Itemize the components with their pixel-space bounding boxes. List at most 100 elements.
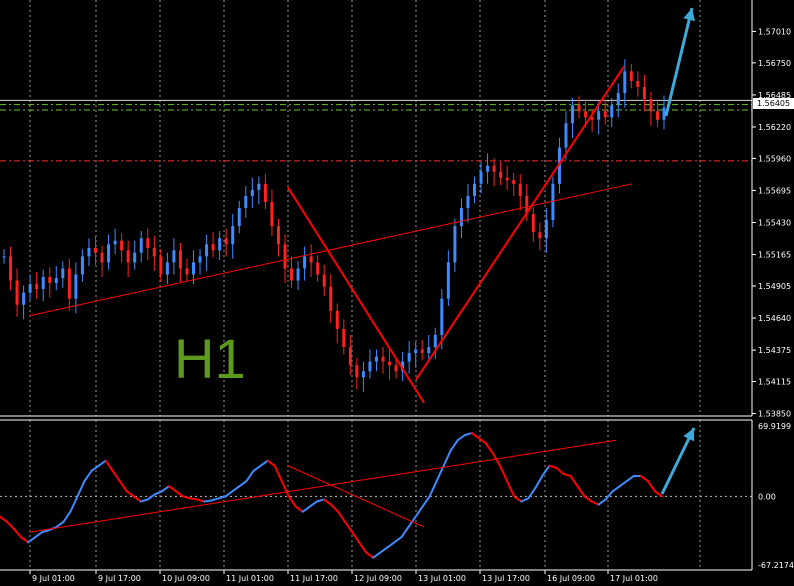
candle-body	[499, 171, 503, 178]
price-tick-label: 1.53850	[758, 410, 791, 419]
candle-body	[113, 240, 117, 245]
oscillator-segment	[189, 497, 199, 501]
candle-body	[518, 183, 522, 196]
candle-body	[472, 183, 476, 196]
candle-body	[178, 250, 182, 269]
candle-body	[407, 353, 411, 362]
candle-body	[61, 268, 65, 279]
candle-body	[446, 262, 450, 299]
candle-body	[211, 244, 215, 251]
candle-body	[93, 247, 97, 253]
candle-body	[276, 226, 280, 245]
candle-body	[22, 292, 26, 305]
candle-body	[394, 365, 398, 372]
candle-body	[185, 268, 189, 275]
oscillator-axis-labels: 69.9199 0.00 -67.2174	[758, 422, 794, 570]
candle-body	[531, 214, 535, 233]
candle-body	[427, 347, 431, 354]
candle-body	[237, 208, 241, 227]
price-tick-label: 1.55165	[758, 251, 791, 260]
candle-body	[133, 252, 137, 263]
candle-body	[159, 256, 163, 275]
candle-body	[361, 371, 365, 378]
candle-body	[440, 298, 444, 335]
candle-body	[329, 286, 333, 311]
time-tick-label: 11 Jul 01:00	[226, 574, 274, 583]
candle-body	[198, 256, 202, 263]
candle-body	[479, 171, 483, 184]
candle-body	[551, 183, 555, 221]
price-tick-label: 1.54640	[758, 314, 791, 323]
candle-body	[100, 252, 104, 263]
candle-body	[538, 232, 542, 239]
candle-body	[67, 268, 71, 299]
candle-body	[623, 71, 627, 94]
candle-body	[316, 262, 320, 275]
price-tick-label: 1.54905	[758, 282, 791, 291]
oscillator-tick-label: -67.2174	[758, 561, 794, 570]
candle-body	[342, 328, 346, 348]
candle-body	[603, 111, 607, 118]
candle-body	[303, 256, 307, 269]
candle-body	[35, 284, 39, 290]
price-tick-label: 1.56750	[758, 59, 791, 68]
candle-body	[15, 280, 19, 305]
candle-body	[459, 208, 463, 227]
time-tick-label: 11 Jul 17:00	[290, 574, 338, 583]
oscillator-tick-label: 0.00	[758, 492, 776, 501]
candle-body	[80, 256, 84, 275]
candle-body	[571, 105, 575, 124]
candle-body	[2, 256, 6, 258]
price-tick-label: 1.55695	[758, 186, 791, 195]
time-axis-labels: 9 Jul 01:00 9 Jul 17:00 10 Jul 09:00 11 Jul…	[29, 570, 658, 583]
candle-body	[597, 111, 601, 120]
candle-body	[244, 195, 248, 208]
price-tick-label: 1.54115	[758, 378, 791, 387]
candle-body	[584, 111, 588, 118]
candle-body	[283, 244, 287, 269]
candle-body	[655, 111, 659, 120]
candle-body	[205, 244, 209, 257]
candle-body	[224, 238, 228, 245]
candle-body	[512, 180, 516, 184]
candle-body	[290, 268, 294, 281]
time-tick-label: 16 Jul 09:00	[547, 574, 595, 583]
candle-body	[642, 87, 646, 100]
candle-body	[54, 278, 58, 283]
candle-body	[165, 262, 169, 275]
candle-body	[649, 99, 653, 112]
price-axis-labels: 1.570101.567501.564851.562201.559601.556…	[752, 27, 791, 419]
price-tick-label: 1.56220	[758, 123, 791, 132]
candle-body	[218, 238, 222, 251]
time-tick-label: 17 Jul 01:00	[610, 574, 658, 583]
time-tick-label: 12 Jul 09:00	[354, 574, 402, 583]
candle-body	[48, 276, 52, 283]
candle-body	[74, 274, 78, 299]
candle-body	[41, 276, 45, 290]
oscillator-tick-label: 69.9199	[758, 422, 791, 431]
candle-body	[146, 238, 150, 248]
candle-body	[139, 238, 143, 253]
candle-body	[636, 81, 640, 88]
candle-body	[492, 165, 496, 172]
candle-body	[152, 247, 156, 257]
time-tick-label: 10 Jul 09:00	[162, 574, 210, 583]
chart-canvas: H1 1.570101.567501.564851.562201.559601.…	[0, 0, 794, 583]
candle-body	[388, 361, 392, 366]
candle-body	[564, 123, 568, 148]
candle-body	[231, 226, 235, 245]
price-tick-label: 1.55960	[758, 154, 791, 163]
candle-body	[414, 349, 418, 354]
candle-body	[28, 284, 32, 293]
current-price-tag: 1.56405	[753, 98, 794, 109]
candle-body	[87, 247, 91, 257]
oscillator-panel-background	[0, 420, 752, 570]
candle-body	[544, 220, 548, 239]
candle-body	[420, 349, 424, 354]
timeframe-label: H1	[174, 327, 246, 390]
candle-body	[433, 334, 437, 348]
candle-body	[9, 256, 13, 281]
candle-body	[368, 361, 372, 372]
candle-body	[126, 250, 130, 263]
candle-body	[453, 226, 457, 263]
